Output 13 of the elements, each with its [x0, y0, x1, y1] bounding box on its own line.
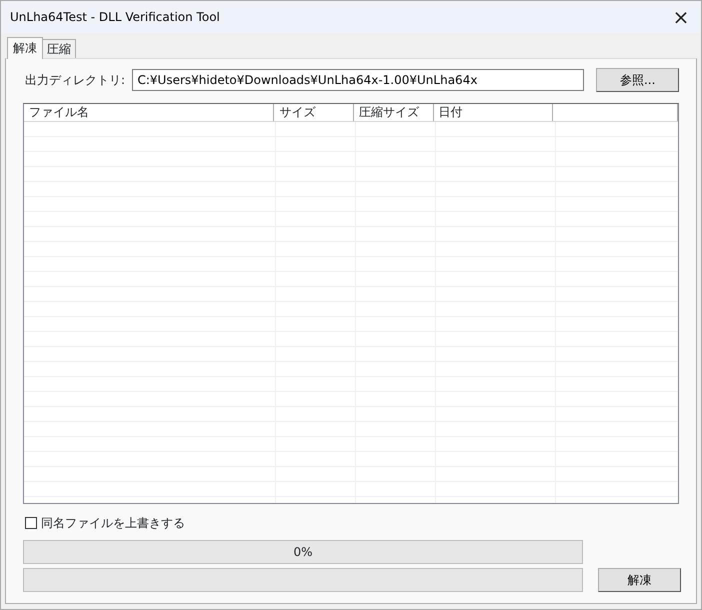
window-title: UnLha64Test - DLL Verification Tool	[10, 9, 220, 26]
field-label: 出力ディレクトリ:	[24, 72, 126, 89]
browse-button[interactable]: 参照...	[596, 68, 679, 92]
checkbox-label: 同名ファイルを上書きする	[41, 515, 185, 532]
directory-field[interactable]: C:¥Users¥hideto¥Downloads¥UnLha64x-1.00¥UnLha64x	[132, 69, 584, 91]
close-button[interactable]: ×	[661, 1, 701, 33]
overwrite-checkbox[interactable]	[25, 517, 37, 529]
progress-text: 0%	[293, 544, 313, 561]
file-list[interactable]: ファイル名 サイズ 圧縮サイズ 日付	[23, 103, 679, 504]
column-header[interactable]: 日付	[434, 104, 553, 121]
tab[interactable]: 圧縮	[42, 39, 76, 58]
tab[interactable]: 解凍	[7, 37, 43, 59]
extract-button[interactable]: 解凍	[598, 568, 681, 592]
